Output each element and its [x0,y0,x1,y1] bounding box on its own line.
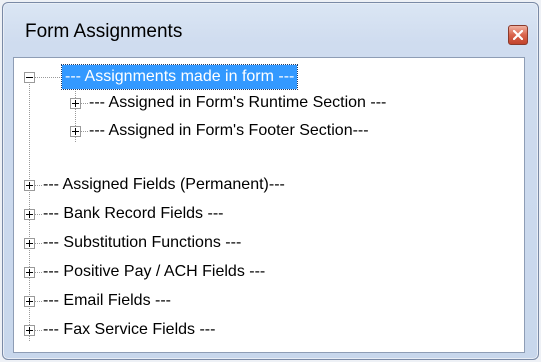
expand-toggle[interactable] [24,267,35,278]
assignments-tree: --- Assignments made in form --- --- Ass… [13,57,525,353]
expand-toggle[interactable] [24,238,35,249]
expand-toggle[interactable] [24,209,35,220]
tree-node-assignments-made-in-form[interactable]: --- Assignments made in form --- [60,64,299,90]
tree-node-positive-pay-ach[interactable]: --- Positive Pay / ACH Fields --- [40,259,268,285]
tree-node-label: --- Assigned in Form's Footer Section--- [89,122,369,139]
tree-node-label: --- Email Fields --- [43,292,171,309]
close-icon [513,30,523,40]
expand-toggle[interactable] [24,325,35,336]
form-assignments-window: Form Assignments --- Assignments made in… [2,2,539,360]
tree-node-label: --- Assigned Fields (Permanent)--- [43,176,285,193]
tree-node-label: --- Positive Pay / ACH Fields --- [43,263,266,280]
tree-line [35,77,61,78]
tree-node-label: --- Fax Service Fields --- [43,321,216,338]
title-bar[interactable]: Form Assignments [3,3,538,45]
tree-node-label: --- Substitution Functions --- [43,234,242,251]
expand-toggle[interactable] [70,98,81,109]
tree-node-label: --- Assigned in Form's Runtime Section -… [89,94,387,111]
tree-node-footer-section[interactable]: --- Assigned in Form's Footer Section--- [86,118,372,144]
tree-node-bank-record-fields[interactable]: --- Bank Record Fields --- [40,201,226,227]
tree-node-runtime-section[interactable]: --- Assigned in Form's Runtime Section -… [86,90,389,116]
collapse-toggle[interactable] [24,72,35,83]
tree-node-label: --- Bank Record Fields --- [43,205,224,222]
window-title: Form Assignments [25,21,183,42]
tree-node-assigned-fields[interactable]: --- Assigned Fields (Permanent)--- [40,172,288,198]
expand-toggle[interactable] [24,296,35,307]
expand-toggle[interactable] [70,126,81,137]
tree-node-label: --- Assignments made in form --- [60,64,299,90]
close-button[interactable] [508,25,528,45]
tree-node-fax-service-fields[interactable]: --- Fax Service Fields --- [40,317,218,343]
tree-node-substitution-functions[interactable]: --- Substitution Functions --- [40,230,244,256]
tree-node-email-fields[interactable]: --- Email Fields --- [40,288,174,314]
expand-toggle[interactable] [24,180,35,191]
